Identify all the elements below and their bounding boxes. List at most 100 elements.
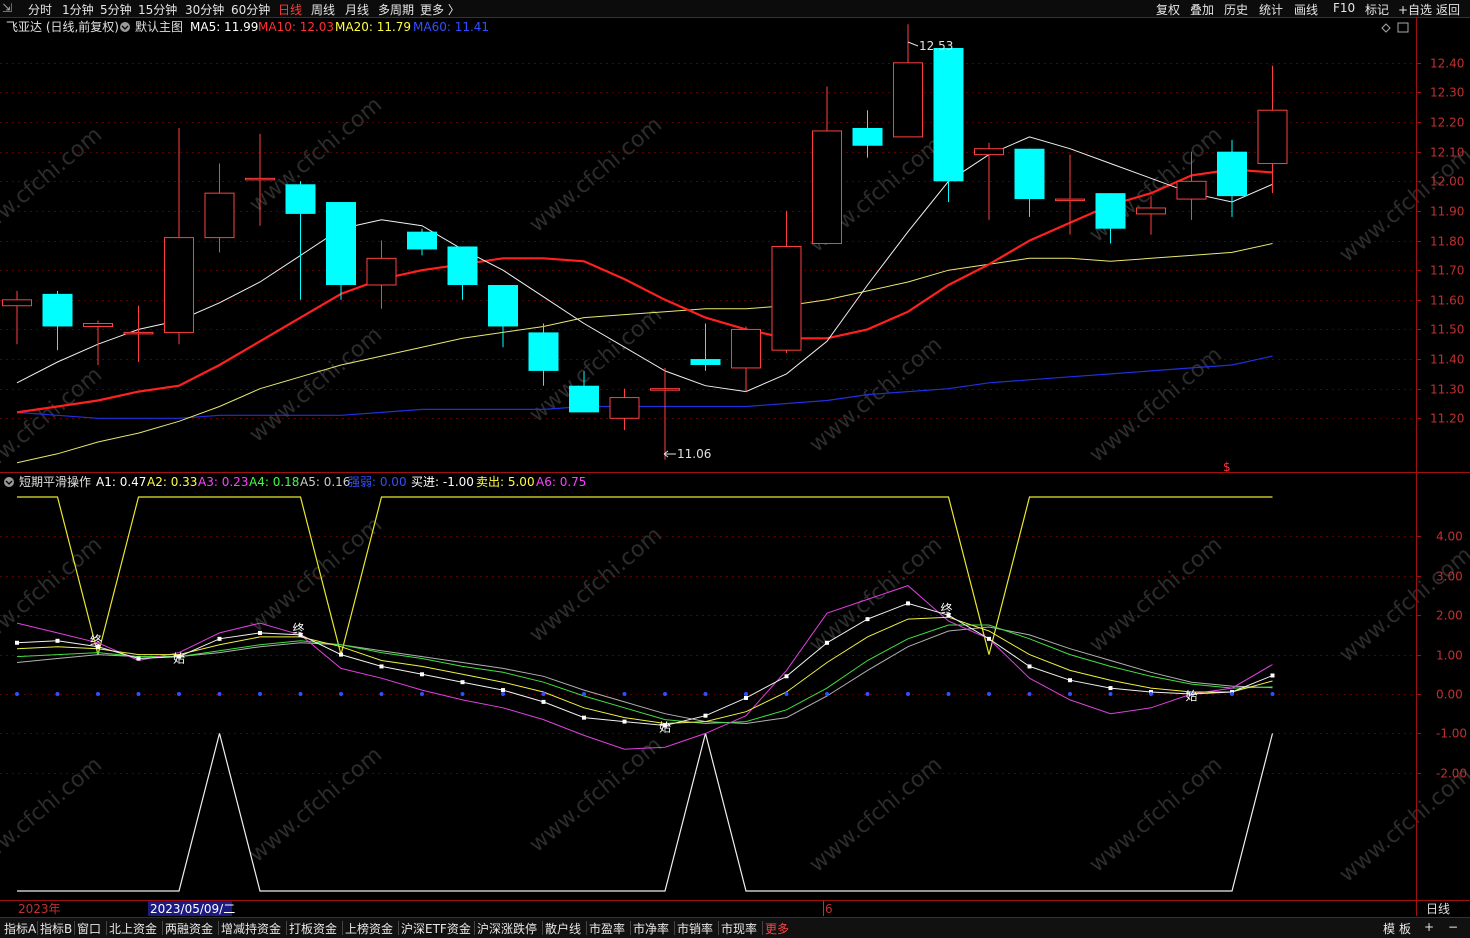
period-label[interactable]: 日线 — [1426, 902, 1450, 916]
period-tab[interactable]: 日线 — [278, 1, 302, 18]
indicator-tab[interactable]: 市销率 — [677, 920, 713, 937]
indicator-tab[interactable]: 指标A — [4, 920, 36, 937]
a1-marker — [258, 630, 262, 635]
collapse-icon[interactable]: ⇲ — [2, 1, 12, 15]
indicator-tab[interactable]: 北上资金 — [109, 920, 157, 937]
diamond-icon[interactable] — [1381, 23, 1391, 33]
panel-control-button[interactable]: − — [1448, 920, 1458, 934]
price-tick: 11.40 — [1430, 353, 1464, 367]
strength-dot — [379, 692, 384, 696]
chart-canvas[interactable]: www.cfchi.com www.cfchi.com www.cfchi.com w… — [0, 0, 1470, 937]
candle[interactable] — [771, 210, 802, 354]
strength-dot — [1108, 692, 1113, 696]
candle[interactable] — [933, 48, 964, 203]
candlesticks[interactable] — [2, 24, 1288, 460]
toolbar-button[interactable]: 统计 — [1259, 1, 1283, 18]
main-panel-header: 飞亚达 (日线,前复权) 默认主图 MA5: 11.99 MA10: 12.03… — [6, 19, 1409, 34]
strength-dot — [865, 692, 870, 696]
candle[interactable] — [123, 305, 154, 363]
candle[interactable] — [812, 86, 842, 245]
strength-dot — [1068, 692, 1072, 696]
price-tick: 11.60 — [1430, 294, 1464, 308]
watermark-text: www.cfchi.com — [525, 112, 667, 237]
candle[interactable] — [164, 127, 194, 345]
indicator-tab[interactable]: 更多 — [765, 920, 789, 937]
candle[interactable] — [204, 163, 235, 253]
candle[interactable] — [528, 323, 559, 386]
candle[interactable] — [852, 110, 883, 158]
indicator-tab[interactable]: 沪深ETF资金 — [401, 920, 471, 937]
maximize-icon[interactable] — [1397, 22, 1409, 33]
candle[interactable] — [366, 240, 397, 309]
indicator-tab[interactable]: 市现率 — [721, 920, 757, 937]
strength-dot — [825, 692, 829, 696]
marker-dollar-icon[interactable]: $ — [1223, 460, 1231, 474]
indicator-value: A5: 0.16 — [300, 475, 350, 489]
period-tab[interactable]: 30分钟 — [185, 1, 224, 18]
candle[interactable] — [1055, 154, 1085, 235]
panel-control-button[interactable]: + — [1424, 920, 1434, 934]
a1-marker — [15, 640, 19, 645]
candle[interactable] — [488, 284, 518, 348]
candle[interactable] — [326, 202, 356, 300]
watermark-text: www.cfchi.com — [525, 732, 667, 857]
toolbar-button[interactable]: 叠加 — [1190, 1, 1214, 18]
toolbar-button[interactable]: 历史 — [1224, 1, 1248, 18]
a1-marker — [784, 674, 789, 679]
signal-label-end: 终 — [292, 621, 304, 636]
panel-control-button[interactable]: 模 — [1383, 920, 1395, 937]
candle[interactable] — [407, 228, 437, 256]
period-tab[interactable]: 月线 — [345, 1, 369, 18]
toolbar-button[interactable]: 复权 — [1156, 1, 1180, 18]
candle[interactable] — [1217, 139, 1247, 217]
toolbar-button[interactable]: +自选 — [1398, 1, 1432, 18]
strength-dot — [582, 692, 586, 696]
a1-marker — [1068, 678, 1072, 683]
period-tab[interactable]: 1分钟 — [62, 1, 94, 18]
indicator-tab[interactable]: 增减持资金 — [221, 920, 281, 937]
indicator-tab[interactable]: 指标B — [40, 920, 72, 937]
strength-dot — [1149, 692, 1153, 696]
candle[interactable] — [447, 246, 478, 300]
candle[interactable] — [690, 323, 721, 371]
sub-grid — [0, 536, 1421, 774]
watermark-text: www.cfchi.com — [525, 522, 667, 647]
indicator-tab[interactable]: 打板资金 — [289, 920, 337, 937]
candle[interactable] — [42, 290, 73, 351]
strength-dot — [136, 692, 141, 696]
indicator-tab[interactable]: 窗口 — [77, 920, 101, 937]
period-tab[interactable]: 60分钟 — [231, 1, 270, 18]
indicator-tab[interactable]: 市盈率 — [589, 920, 625, 937]
candle[interactable] — [650, 367, 680, 460]
indicator-dropdown-icon[interactable] — [4, 477, 14, 487]
indicator-name[interactable]: 短期平滑操作 — [19, 474, 91, 489]
period-tab[interactable]: 分时 — [28, 1, 52, 18]
candle[interactable] — [83, 320, 113, 365]
indicator-tab[interactable]: 上榜资金 — [345, 920, 393, 937]
toolbar-button[interactable]: 返回 — [1436, 1, 1460, 18]
period-tab[interactable]: 更多 〉 — [420, 1, 460, 18]
candle[interactable] — [731, 326, 761, 392]
candle[interactable] — [1014, 148, 1045, 217]
candle[interactable] — [2, 290, 32, 345]
period-tab[interactable]: 多周期 — [378, 1, 414, 18]
toolbar-button[interactable]: F10 — [1333, 1, 1355, 15]
strength-dot — [1027, 692, 1032, 696]
panel-control-button[interactable]: 板 — [1399, 920, 1411, 937]
candle[interactable] — [285, 181, 316, 300]
period-tab[interactable]: 15分钟 — [138, 1, 177, 18]
toolbar-button[interactable]: 标记 — [1365, 1, 1389, 18]
candle[interactable] — [609, 388, 640, 431]
template-dropdown-icon[interactable] — [120, 22, 130, 32]
indicator-tab[interactable]: 两融资金 — [165, 920, 213, 937]
a1-marker — [460, 680, 465, 685]
indicator-tab[interactable]: 散户线 — [545, 920, 581, 937]
indicator-tab[interactable]: 市净率 — [633, 920, 669, 937]
candle[interactable] — [1257, 65, 1288, 194]
template-name[interactable]: 默认主图 — [135, 19, 183, 34]
indicator-tab[interactable]: 沪深涨跌停 — [477, 920, 537, 937]
ma10-value: MA10: 12.03 — [258, 20, 334, 34]
period-tab[interactable]: 5分钟 — [100, 1, 132, 18]
period-tab[interactable]: 周线 — [311, 1, 335, 18]
toolbar-button[interactable]: 画线 — [1294, 1, 1318, 18]
